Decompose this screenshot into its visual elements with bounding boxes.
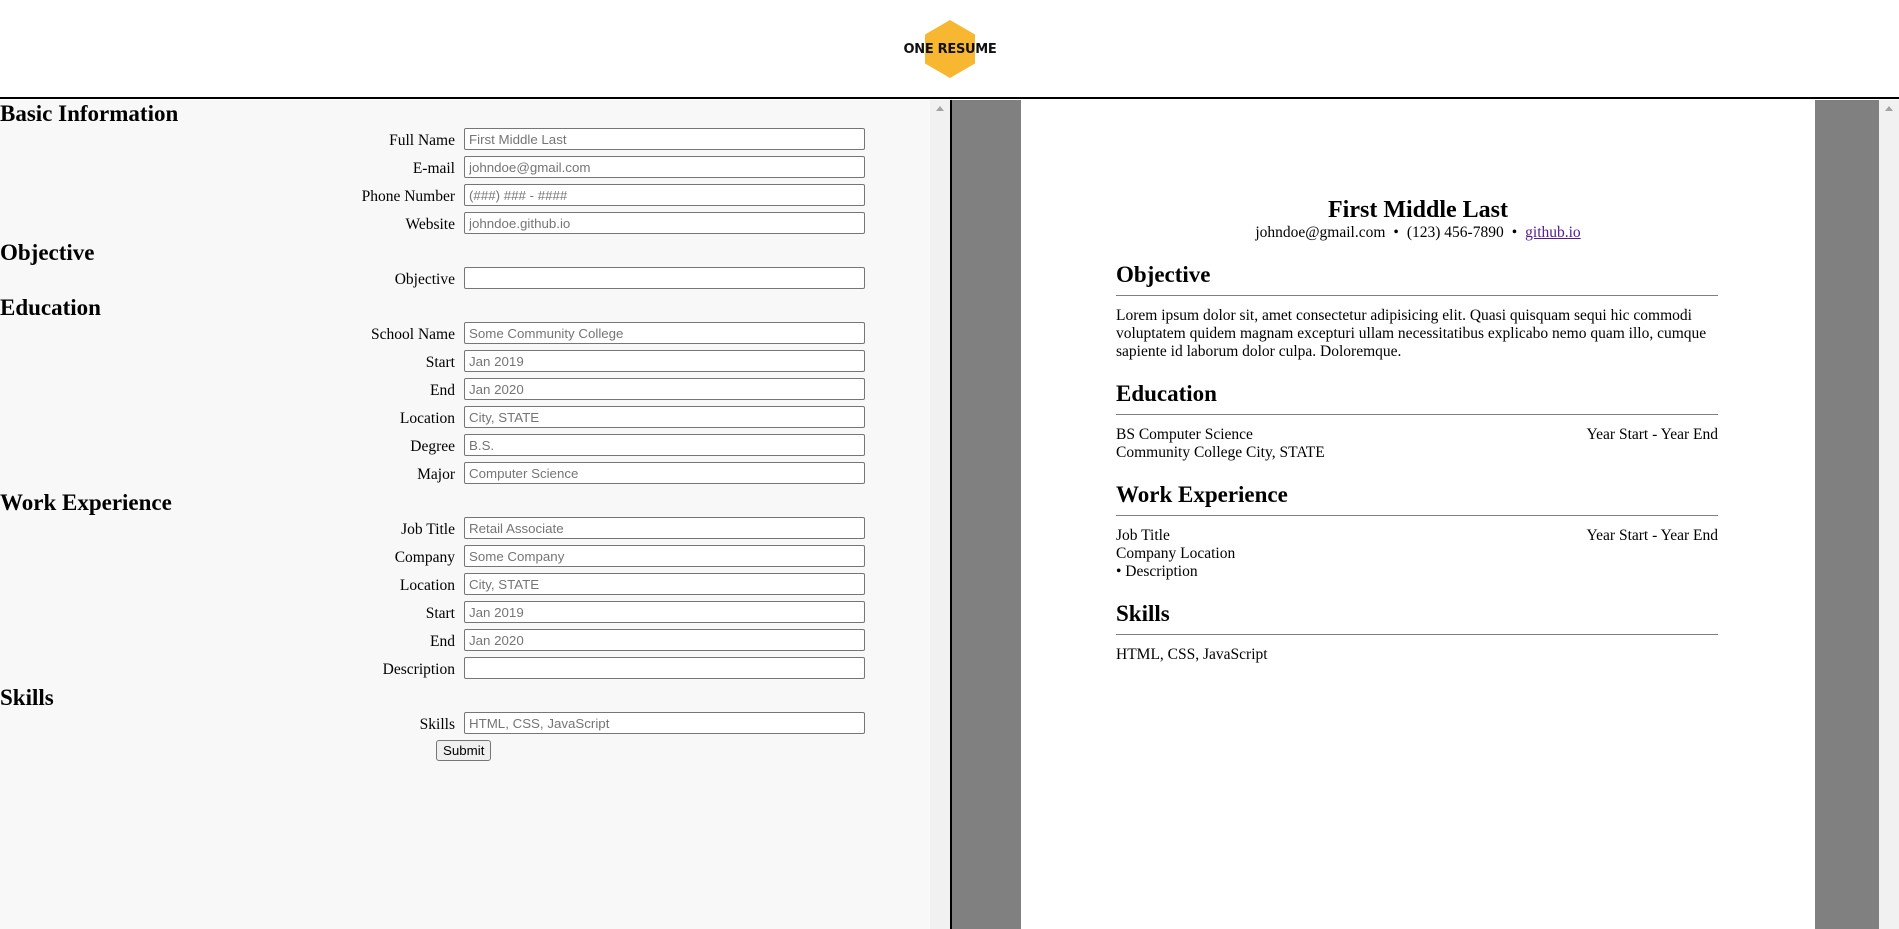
degree-label: Degree xyxy=(410,438,455,455)
resume-skills-text: HTML, CSS, JavaScript xyxy=(1116,646,1268,663)
description-label: Description xyxy=(382,661,455,678)
resume-objective-heading: Objective xyxy=(1116,262,1718,296)
email-label: E-mail xyxy=(412,160,455,177)
education-start-input[interactable] xyxy=(464,350,865,372)
resume-contact-line: johndoe@gmail.com • (123) 456-7890 • github.… xyxy=(1021,224,1815,242)
work-start-label: Start xyxy=(425,605,455,622)
degree-input[interactable] xyxy=(464,434,865,456)
education-location-input[interactable] xyxy=(464,406,865,428)
skills-input[interactable] xyxy=(464,712,865,734)
resume-work-description: • Description xyxy=(1116,563,1198,580)
resume-work-company: Company Location xyxy=(1116,545,1236,562)
submit-button[interactable]: Submit xyxy=(436,740,492,761)
resume-work-dates: Year Start - Year End xyxy=(1586,527,1718,544)
one-resume-logo[interactable]: ONE RESUME xyxy=(903,20,997,78)
school-name-input[interactable] xyxy=(464,322,865,344)
resume-education-heading: Education xyxy=(1116,381,1718,415)
email-input[interactable] xyxy=(464,156,865,178)
section-title-work-experience: Work Experience xyxy=(0,490,172,515)
app-header: ONE RESUME xyxy=(0,0,1899,99)
section-title-education: Education xyxy=(0,295,101,320)
work-end-input[interactable] xyxy=(464,629,865,651)
full-name-label: Full Name xyxy=(389,132,455,149)
company-input[interactable] xyxy=(464,545,865,567)
website-input[interactable] xyxy=(464,212,865,234)
preview-scrollbar[interactable] xyxy=(1879,100,1899,929)
editor-scrollbar[interactable] xyxy=(930,100,950,929)
education-end-label: End xyxy=(430,382,455,399)
section-title-objective: Objective xyxy=(0,240,95,265)
work-location-label: Location xyxy=(399,577,455,594)
website-label: Website xyxy=(405,216,455,233)
contact-separator: • xyxy=(1511,224,1518,241)
job-title-input[interactable] xyxy=(464,517,865,539)
full-name-input[interactable] xyxy=(464,128,865,150)
resume-email: johndoe@gmail.com xyxy=(1255,224,1386,241)
work-start-input[interactable] xyxy=(464,601,865,623)
resume-objective-text: Lorem ipsum dolor sit, amet consectetur … xyxy=(1116,307,1707,360)
resume-website-link[interactable]: github.io xyxy=(1525,224,1581,241)
work-location-input[interactable] xyxy=(464,573,865,595)
phone-number-label: Phone Number xyxy=(361,188,455,205)
objective-label: Objective xyxy=(394,271,455,288)
resume-skills-heading: Skills xyxy=(1116,601,1718,635)
education-end-input[interactable] xyxy=(464,378,865,400)
school-name-label: School Name xyxy=(371,326,455,343)
objective-input[interactable] xyxy=(464,267,865,289)
scroll-up-arrow-icon[interactable] xyxy=(936,106,944,111)
section-title-skills: Skills xyxy=(0,685,54,710)
contact-separator: • xyxy=(1393,224,1399,241)
skills-label: Skills xyxy=(419,716,455,733)
resume-education-school: Community College City, STATE xyxy=(1116,444,1325,461)
major-input[interactable] xyxy=(464,462,865,484)
education-start-label: Start xyxy=(425,354,455,371)
company-label: Company xyxy=(394,549,455,566)
logo-text: ONE RESUME xyxy=(903,41,997,57)
scroll-up-arrow-icon[interactable] xyxy=(1885,106,1893,111)
job-title-label: Job Title xyxy=(401,521,455,538)
resume-name: First Middle Last xyxy=(1328,197,1508,223)
education-location-label: Location xyxy=(399,410,455,427)
section-title-basic-information: Basic Information xyxy=(0,101,179,126)
resume-education-dates: Year Start - Year End xyxy=(1586,426,1718,443)
description-input[interactable] xyxy=(464,657,865,679)
resume-work-heading: Work Experience xyxy=(1116,482,1718,516)
work-end-label: End xyxy=(430,633,455,650)
major-label: Major xyxy=(417,466,455,483)
resume-phone: (123) 456-7890 xyxy=(1406,224,1504,241)
phone-number-input[interactable] xyxy=(464,184,865,206)
